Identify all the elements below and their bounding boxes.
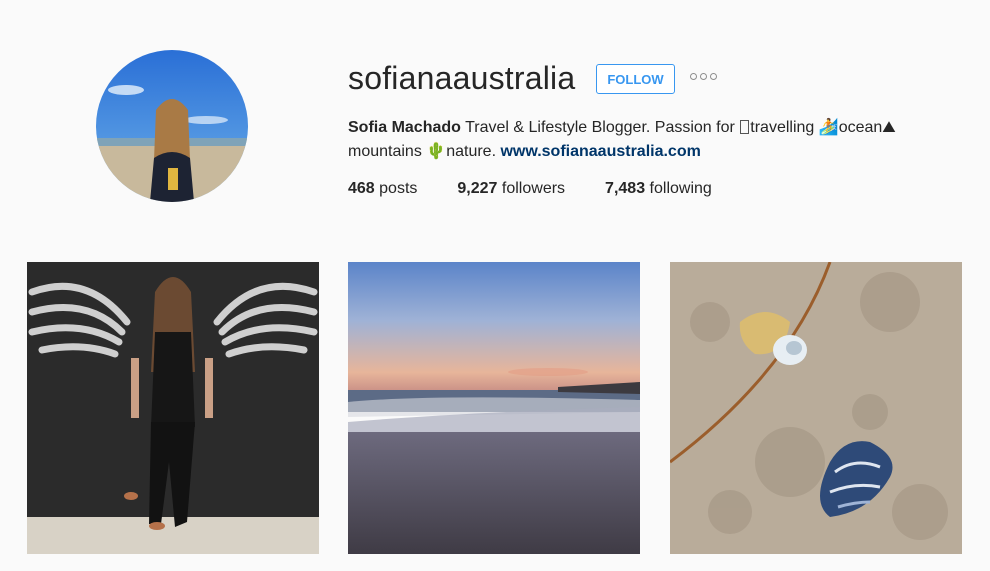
mountain-icon: ⛰ xyxy=(882,119,896,136)
posts-label: posts xyxy=(379,180,418,197)
profile-stats: 468 posts 9,227 followers 7,483 followin… xyxy=(348,178,752,200)
profile-bio: Sofia Machado Travel & Lifestyle Blogger… xyxy=(348,116,948,164)
option-dot xyxy=(690,73,697,80)
profile-avatar xyxy=(96,50,248,202)
following-label: following xyxy=(649,180,712,197)
missing-glyph-icon xyxy=(740,120,750,134)
option-dot xyxy=(700,73,707,80)
post-thumbnail-beach-sunset[interactable] xyxy=(348,262,640,554)
option-dot xyxy=(710,73,717,80)
bio-word-nature: nature. xyxy=(446,143,497,160)
post-image xyxy=(670,262,962,554)
profile-username: sofianaaustralia xyxy=(348,60,576,96)
bio-word-mountains: mountains xyxy=(348,143,422,160)
cactus-icon: 🌵 xyxy=(426,143,447,160)
profile-full-name: Sofia Machado xyxy=(348,119,461,136)
post-image xyxy=(348,262,640,554)
following-count: 7,483 xyxy=(605,180,646,197)
profile-website-link[interactable]: www.sofianaaustralia.com xyxy=(500,143,700,160)
followers-label: followers xyxy=(501,180,566,197)
stat-following[interactable]: 7,483 following xyxy=(605,178,712,200)
surfer-icon: 🏄 xyxy=(818,119,839,136)
post-thumbnail-wings[interactable] xyxy=(27,262,319,554)
bio-word-travelling: travelling xyxy=(750,119,815,136)
posts-count: 468 xyxy=(348,180,375,197)
post-image xyxy=(27,262,319,554)
bio-description: Travel & Lifestyle Blogger. Passion for xyxy=(465,119,735,136)
more-options-icon[interactable] xyxy=(690,73,717,80)
post-thumbnail-sand-shells[interactable] xyxy=(670,262,962,554)
stat-followers[interactable]: 9,227 followers xyxy=(457,178,565,200)
follow-button[interactable]: FOLLOW xyxy=(596,64,675,94)
photo-grid xyxy=(27,262,963,554)
followers-count: 9,227 xyxy=(457,180,498,197)
bio-word-ocean: ocean xyxy=(838,119,883,136)
stat-posts: 468 posts xyxy=(348,178,417,200)
avatar-photo xyxy=(96,50,248,202)
